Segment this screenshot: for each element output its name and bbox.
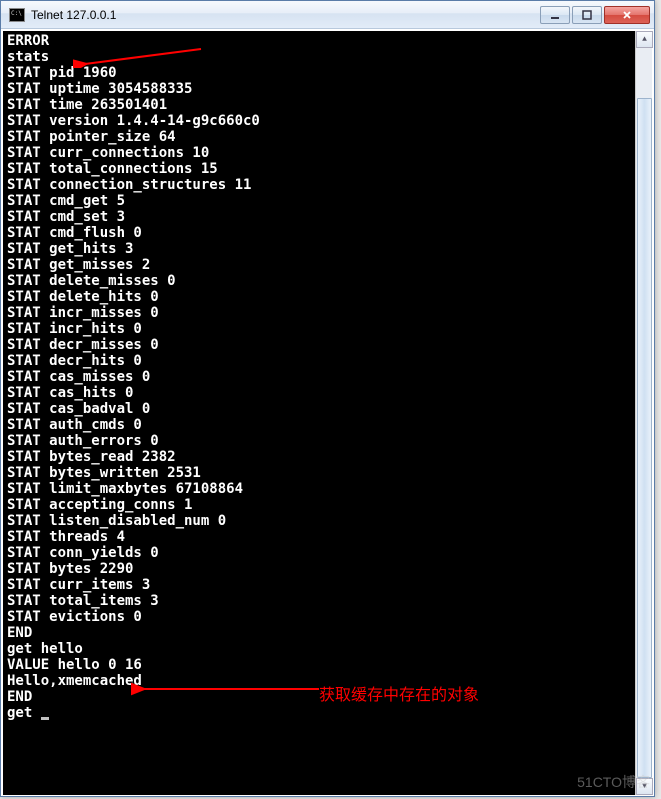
terminal-line: ERROR	[7, 33, 633, 49]
terminal-line: STAT pointer_size 64	[7, 129, 633, 145]
cursor	[41, 717, 49, 720]
scroll-up-button[interactable]: ▲	[636, 31, 653, 48]
terminal-line: STAT decr_hits 0	[7, 353, 633, 369]
annotation-text: 获取缓存中存在的对象	[319, 681, 479, 705]
terminal-line: STAT uptime 3054588335	[7, 81, 633, 97]
terminal-line: STAT conn_yields 0	[7, 545, 633, 561]
terminal-line: STAT delete_misses 0	[7, 273, 633, 289]
title-bar[interactable]: Telnet 127.0.0.1	[1, 1, 654, 29]
terminal-line: STAT cmd_get 5	[7, 193, 633, 209]
terminal-line: STAT pid 1960	[7, 65, 633, 81]
terminal-line: STAT get_misses 2	[7, 257, 633, 273]
terminal-line: STAT decr_misses 0	[7, 337, 633, 353]
terminal-line: STAT bytes_written 2531	[7, 465, 633, 481]
terminal-line: STAT connection_structures 11	[7, 177, 633, 193]
terminal-line: STAT limit_maxbytes 67108864	[7, 481, 633, 497]
telnet-window: Telnet 127.0.0.1 ERRORstatsSTAT pid 1960…	[0, 0, 655, 797]
terminal-line: STAT cas_badval 0	[7, 401, 633, 417]
watermark: 51CTO博客	[577, 772, 650, 792]
maximize-button[interactable]	[572, 6, 602, 24]
close-button[interactable]	[604, 6, 650, 24]
scrollbar-track[interactable]	[636, 48, 652, 778]
terminal-line: STAT bytes_read 2382	[7, 449, 633, 465]
terminal-line: STAT cmd_set 3	[7, 209, 633, 225]
console-icon	[9, 8, 25, 22]
terminal-line: STAT get_hits 3	[7, 241, 633, 257]
terminal-line: STAT incr_misses 0	[7, 305, 633, 321]
terminal-line: END	[7, 625, 633, 641]
window-title: Telnet 127.0.0.1	[31, 8, 538, 22]
terminal-line: STAT bytes 2290	[7, 561, 633, 577]
terminal-line: STAT listen_disabled_num 0	[7, 513, 633, 529]
terminal-line: STAT curr_items 3	[7, 577, 633, 593]
terminal-line: STAT curr_connections 10	[7, 145, 633, 161]
terminal-line: STAT total_items 3	[7, 593, 633, 609]
terminal-line: STAT cas_hits 0	[7, 385, 633, 401]
terminal-line: get	[7, 705, 633, 721]
terminal-line: stats	[7, 49, 633, 65]
terminal-line: STAT incr_hits 0	[7, 321, 633, 337]
window-controls	[538, 6, 650, 24]
terminal-line: get hello	[7, 641, 633, 657]
terminal-line: STAT auth_errors 0	[7, 433, 633, 449]
terminal-line: STAT delete_hits 0	[7, 289, 633, 305]
scrollbar-thumb[interactable]	[637, 98, 652, 778]
terminal-line: STAT time 263501401	[7, 97, 633, 113]
terminal-line: STAT cmd_flush 0	[7, 225, 633, 241]
terminal-line: STAT total_connections 15	[7, 161, 633, 177]
terminal-line: STAT auth_cmds 0	[7, 417, 633, 433]
terminal-line: STAT threads 4	[7, 529, 633, 545]
terminal-line: VALUE hello 0 16	[7, 657, 633, 673]
minimize-button[interactable]	[540, 6, 570, 24]
terminal-line: STAT evictions 0	[7, 609, 633, 625]
terminal-line: STAT accepting_conns 1	[7, 497, 633, 513]
vertical-scrollbar[interactable]: ▲ ▼	[635, 31, 652, 795]
terminal-line: STAT cas_misses 0	[7, 369, 633, 385]
terminal-line: STAT version 1.4.4-14-g9c660c0	[7, 113, 633, 129]
